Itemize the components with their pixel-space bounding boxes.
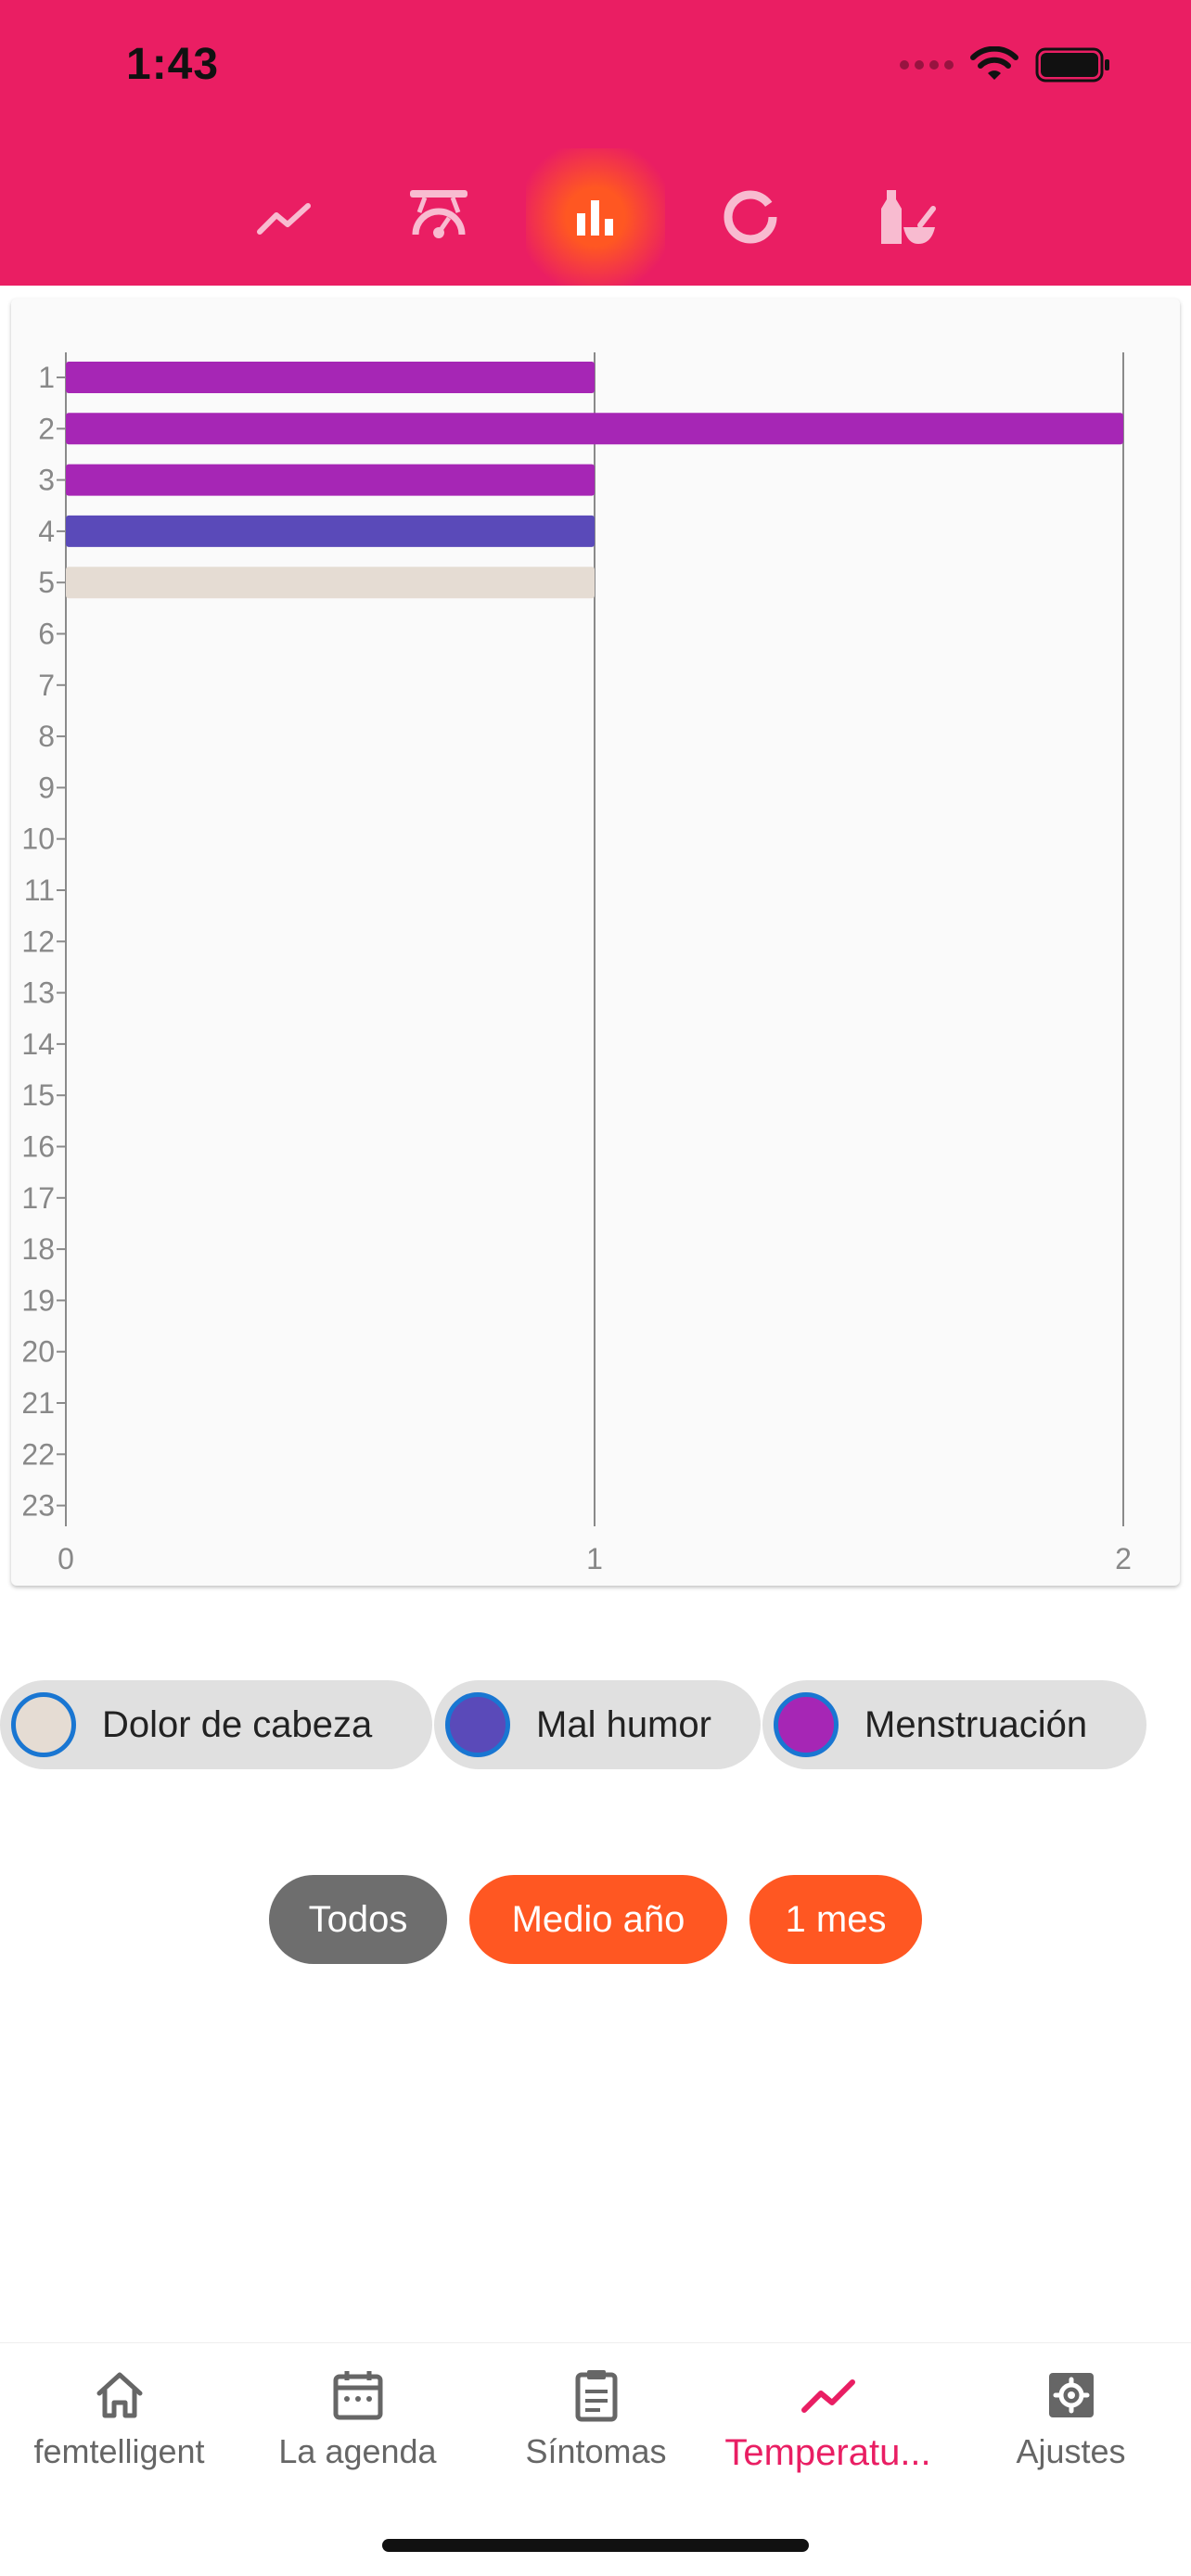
legend-color-dot xyxy=(11,1692,76,1757)
home-indicator xyxy=(382,2539,809,2552)
y-tick-label: 21 xyxy=(21,1386,55,1420)
bar-3 xyxy=(66,464,595,496)
bar-chart-icon xyxy=(577,200,613,236)
y-tick-label: 14 xyxy=(21,1027,55,1061)
legend-label: Menstruación xyxy=(864,1703,1088,1745)
bar-chart: 0 1 21234567891011121314151617181920212223 xyxy=(21,352,1132,1575)
legend-color-dot xyxy=(445,1692,510,1757)
y-tick-label: 23 xyxy=(21,1489,55,1523)
symptom-chart: 0 1 2 1 2 3 4 5 6 7 8 9 10 11 12 13 14 15 16 17 18 19 20 21 22 23 xyxy=(11,299,1180,1586)
y-tick-label: 8 xyxy=(38,720,55,753)
legend-color-dot xyxy=(774,1692,839,1757)
donut-icon xyxy=(724,190,777,244)
nav-label: Temperatu... xyxy=(724,2432,931,2473)
nav-item-ajustes[interactable]: Ajustes xyxy=(952,2367,1190,2471)
y-tick-label: 1 xyxy=(38,361,55,394)
y-tick-label: 4 xyxy=(38,515,55,548)
nav-label: Ajustes xyxy=(1016,2432,1126,2470)
battery-icon xyxy=(1035,47,1109,83)
chart-type-tabs xyxy=(0,148,1191,286)
tab-donut[interactable] xyxy=(681,148,820,286)
time-range-filters: Todos Medio año 1 mes xyxy=(0,1875,1191,1964)
tab-bar-chart[interactable] xyxy=(526,148,665,286)
filter-todos-button[interactable]: Todos xyxy=(269,1875,447,1964)
filter-1-mes-button[interactable]: 1 mes xyxy=(749,1875,922,1964)
y-tick-label: 13 xyxy=(21,976,55,1010)
x-tick-label: 0 xyxy=(58,1542,74,1575)
x-tick-label: 1 xyxy=(586,1542,603,1575)
y-tick-label: 9 xyxy=(38,771,55,804)
home-icon xyxy=(96,2372,142,2418)
clipboard-icon xyxy=(575,2370,617,2422)
y-tick-label: 11 xyxy=(24,874,55,907)
nav-item-la-agenda[interactable]: La agenda xyxy=(238,2367,477,2471)
tab-gauge[interactable] xyxy=(369,148,508,286)
gauge-icon xyxy=(410,190,467,238)
y-tick-label: 16 xyxy=(21,1130,55,1164)
legend-item-dolor-de-cabeza[interactable]: Dolor de cabeza xyxy=(0,1680,432,1769)
nav-label: La agenda xyxy=(278,2432,437,2470)
mortar-pestle-icon xyxy=(881,190,936,244)
nav-label: Síntomas xyxy=(525,2432,667,2470)
y-tick-label: 7 xyxy=(38,669,55,702)
nav-item-temperatura[interactable]: Temperatu... xyxy=(709,2367,947,2474)
bar-4 xyxy=(66,515,595,547)
nav-label: femtelligent xyxy=(33,2432,205,2470)
bar-5 xyxy=(66,567,595,599)
y-tick-label: 18 xyxy=(21,1232,55,1266)
settings-icon xyxy=(1048,2373,1094,2417)
calendar-icon xyxy=(333,2371,382,2420)
tab-remedies[interactable] xyxy=(837,148,976,286)
wifi-icon xyxy=(970,46,1018,80)
cellular-signal-icon xyxy=(900,60,954,70)
y-tick-label: 20 xyxy=(21,1335,55,1369)
status-indicators xyxy=(900,46,1111,83)
y-tick-label: 6 xyxy=(38,618,55,651)
legend: Dolor de cabeza Mal humor Menstruación xyxy=(0,1680,1191,1769)
y-tick-label: 12 xyxy=(21,925,55,958)
line-chart-icon xyxy=(257,203,311,235)
nav-item-sintomas[interactable]: Síntomas xyxy=(477,2367,715,2471)
y-tick-label: 2 xyxy=(38,412,55,445)
trending-icon xyxy=(800,2379,855,2413)
x-tick-label: 2 xyxy=(1115,1542,1132,1575)
bar-1 xyxy=(66,362,595,393)
tab-line-chart[interactable] xyxy=(214,148,353,286)
app-header: 1:43 xyxy=(0,0,1191,286)
legend-label: Dolor de cabeza xyxy=(102,1703,373,1745)
bar-2 xyxy=(66,413,1123,445)
y-tick-label: 10 xyxy=(21,823,55,856)
legend-item-mal-humor[interactable]: Mal humor xyxy=(434,1680,761,1769)
y-tick-label: 19 xyxy=(21,1283,55,1317)
y-tick-label: 3 xyxy=(38,464,55,497)
status-time: 1:43 xyxy=(126,40,220,89)
y-tick-label: 15 xyxy=(21,1078,55,1112)
legend-label: Mal humor xyxy=(536,1703,711,1745)
y-tick-label: 5 xyxy=(38,566,55,599)
nav-item-femtelligent[interactable]: femtelligent xyxy=(0,2367,238,2471)
filter-medio-ano-button[interactable]: Medio año xyxy=(469,1875,727,1964)
y-tick-label: 22 xyxy=(21,1437,55,1471)
legend-item-menstruacion[interactable]: Menstruación xyxy=(762,1680,1146,1769)
y-tick-label: 17 xyxy=(21,1181,55,1215)
